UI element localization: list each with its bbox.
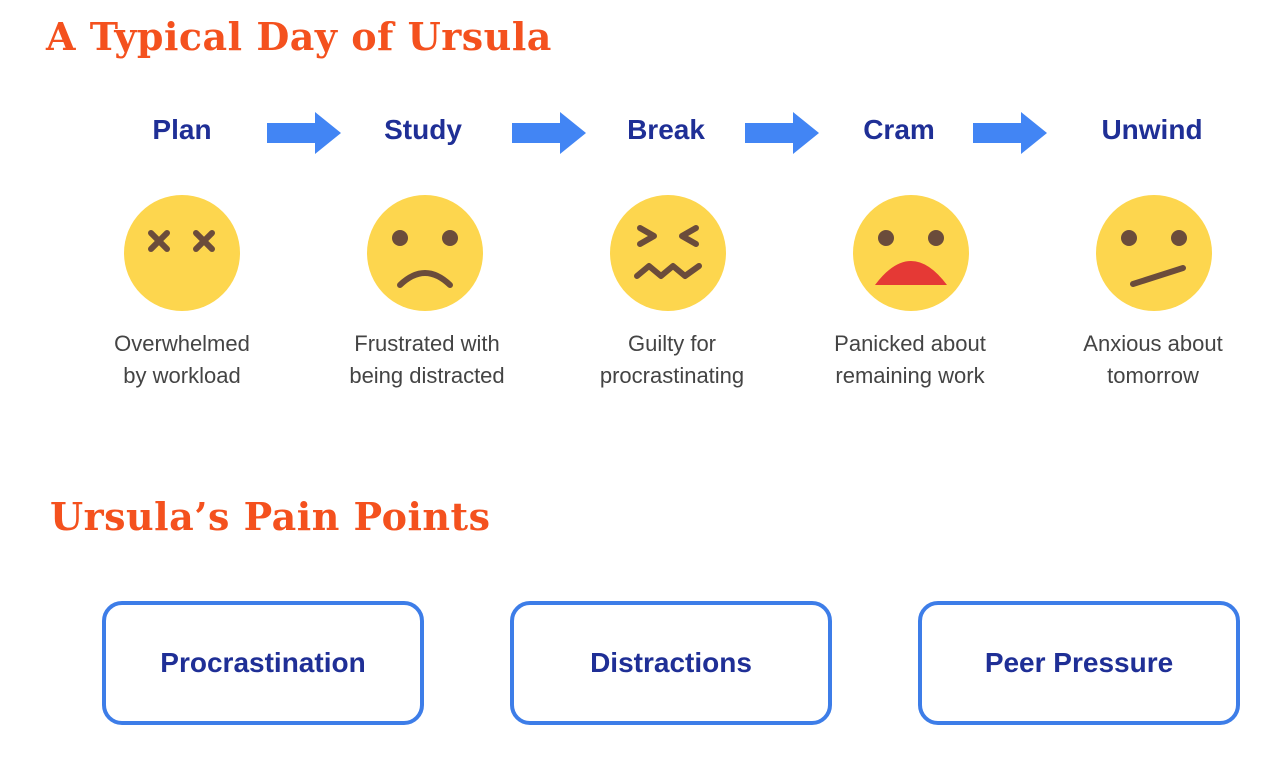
description-line: remaining work <box>835 363 985 388</box>
pain-point-procrastination: Procrastination <box>102 601 424 725</box>
pain-points-title: Ursula’s Pain Points <box>50 494 491 539</box>
stage-title-study: Study <box>384 114 462 145</box>
description-line: Frustrated with <box>354 331 500 356</box>
description-line: Overwhelmed <box>114 331 250 356</box>
description-line: tomorrow <box>1107 363 1199 388</box>
anguished-face-icon <box>853 195 969 311</box>
description-line: Panicked about <box>834 331 986 356</box>
description-line: by workload <box>123 363 241 388</box>
pain-point-distractions: Distractions <box>510 601 832 725</box>
arrow-right-icon <box>512 112 586 154</box>
stage-title-cram: Cram <box>863 114 935 145</box>
stage-description-cram: Panicked about remaining work <box>795 328 1025 392</box>
pain-point-peer-pressure: Peer Pressure <box>918 601 1240 725</box>
description-line: procrastinating <box>599 363 745 388</box>
confounded-face-icon <box>610 195 726 311</box>
arrow-right-icon <box>973 112 1047 154</box>
description-line: Guilty for <box>627 331 717 356</box>
arrow-right-icon <box>267 112 341 154</box>
arrow-right-icon <box>745 112 819 154</box>
stage-description-unwind: Anxious about tomorrow <box>1038 328 1268 392</box>
stage-title-break: Break <box>627 114 705 145</box>
description-line: Anxious about <box>1083 331 1223 356</box>
stage-title-unwind: Unwind <box>1101 114 1203 145</box>
frowning-face-icon <box>367 195 483 311</box>
stage-title-plan: Plan <box>152 114 212 145</box>
day-title: A Typical Day of Ursula <box>46 14 552 59</box>
dizzy-face-icon <box>124 195 240 311</box>
confused-face-icon <box>1096 195 1212 311</box>
stage-description-plan: Overwhelmed by workload <box>67 328 297 392</box>
stage-description-break: Guilty for procrastinating <box>557 328 787 392</box>
description-line: being distracted <box>349 363 505 388</box>
stage-description-study: Frustrated with being distracted <box>312 328 542 392</box>
